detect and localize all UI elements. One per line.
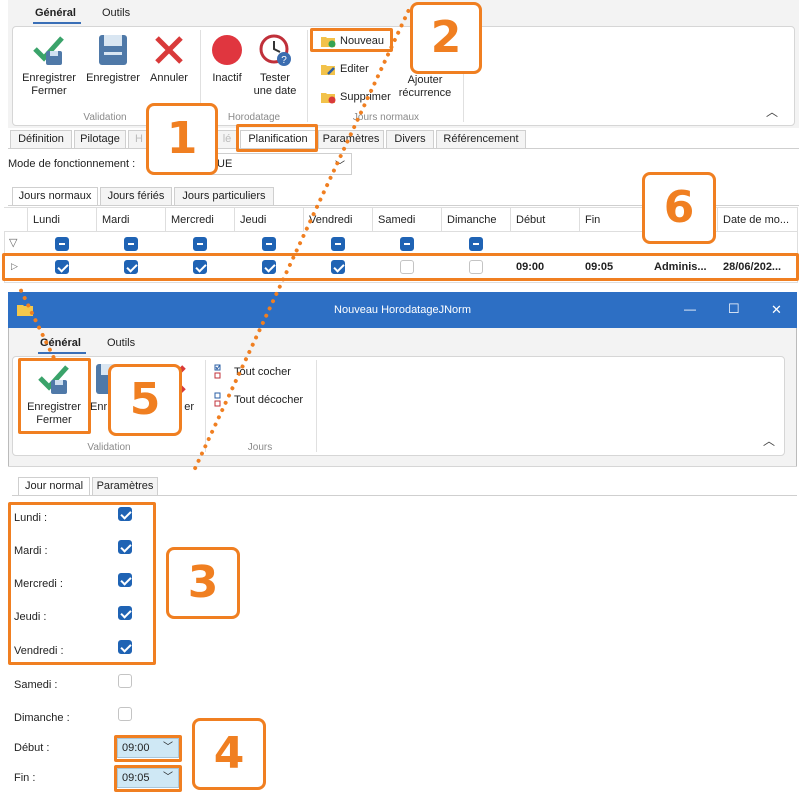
group-label-jours-normaux: Jours normaux [352, 112, 420, 123]
group-label-jours: Jours [247, 442, 273, 453]
filter-checkbox-mercredi[interactable] [193, 237, 207, 251]
tab-jours-feries[interactable]: Jours fériés [100, 187, 172, 205]
col-fin[interactable]: Fin [580, 208, 649, 232]
delete-button[interactable]: Supprimer [320, 90, 391, 104]
highlight-debut [114, 735, 182, 762]
form-tabs-line [12, 495, 797, 496]
maximize-button[interactable]: ☐ [728, 301, 740, 317]
filter-icon[interactable]: ▽ [9, 236, 17, 249]
ribbon-tab-outils[interactable]: Outils [102, 7, 130, 19]
tab-form-parametres[interactable]: Paramètres [92, 477, 158, 495]
mode-label: Mode de fonctionnement : [8, 158, 136, 170]
tab-referencement[interactable]: Référencement [436, 130, 526, 148]
inactive-button[interactable]: Inactif [206, 33, 248, 85]
ribbon-tab-underline [33, 22, 81, 24]
grid-header-indicator [4, 208, 28, 232]
ribbon-tab-general[interactable]: Général [35, 7, 76, 19]
add-recurrence-button[interactable]: Ajouter récurrence [396, 74, 454, 100]
label-dimanche: Dimanche : [14, 712, 70, 724]
check-all-button[interactable]: Tout cocher [214, 364, 291, 380]
close-icon [155, 36, 183, 64]
label-debut: Début : [14, 742, 50, 754]
filter-checkbox-samedi[interactable] [400, 237, 414, 251]
highlight-planification-tab [236, 124, 318, 152]
dialog-tab-outils[interactable]: Outils [107, 337, 135, 349]
floppy-disk-icon [99, 35, 127, 65]
dialog-tab-underline [38, 352, 86, 354]
ribbon-separator [316, 360, 317, 452]
clock-question-icon: ? [259, 34, 291, 66]
label-fin: Fin : [14, 772, 36, 784]
collapse-ribbon-icon[interactable]: ︿ [763, 432, 775, 449]
col-dimanche[interactable]: Dimanche [442, 208, 511, 232]
close-button[interactable]: ✕ [771, 302, 782, 318]
tab-jours-particuliers[interactable]: Jours particuliers [174, 187, 274, 205]
callout-2: 2 [410, 2, 482, 74]
callout-5: 5 [108, 364, 182, 436]
filter-checkbox-dimanche[interactable] [469, 237, 483, 251]
ribbon-separator [307, 30, 308, 122]
dialog-title-bar[interactable]: Nouveau HorodatageJNorm — ☐ ✕ [8, 292, 797, 328]
col-lundi[interactable]: Lundi [28, 208, 97, 232]
callout-3: 3 [166, 547, 240, 619]
tab-jour-normal[interactable]: Jour normal [18, 477, 90, 495]
save-close-button[interactable]: Enregistrer Fermer [18, 33, 80, 98]
filter-checkbox-mardi[interactable] [124, 237, 138, 251]
group-label-validation: Validation [87, 442, 131, 453]
callout-6: 6 [642, 172, 716, 244]
highlight-fin [114, 765, 182, 792]
folder-delete-icon [321, 93, 336, 104]
edit-button[interactable]: Editer [320, 62, 369, 76]
filter-checkbox-vendredi[interactable] [331, 237, 345, 251]
col-samedi[interactable]: Samedi [373, 208, 442, 232]
col-mardi[interactable]: Mardi [97, 208, 166, 232]
col-mercredi[interactable]: Mercredi [166, 208, 235, 232]
highlight-new-button [310, 28, 393, 52]
save-close-icon [33, 36, 64, 65]
checkbox-dimanche[interactable] [118, 707, 132, 721]
highlight-weekdays [8, 502, 156, 665]
col-debut[interactable]: Début [511, 208, 580, 232]
tab-pilotage[interactable]: Pilotage [74, 130, 126, 148]
filter-checkbox-lundi[interactable] [55, 237, 69, 251]
checkbox-samedi[interactable] [118, 674, 132, 688]
collapse-ribbon-icon[interactable]: ︿ [766, 103, 778, 120]
red-circle-icon [212, 35, 242, 65]
dialog-title: Nouveau HorodatageJNorm [334, 304, 471, 316]
tab-definition[interactable]: Définition [10, 130, 72, 148]
label-samedi: Samedi : [14, 679, 58, 691]
col-date-modif[interactable]: Date de mo... [718, 208, 798, 232]
test-date-button[interactable]: ? Tester une date [250, 33, 300, 98]
highlight-save-close [18, 358, 91, 434]
main-tabs-line [8, 148, 799, 149]
highlight-grid-row [2, 253, 799, 281]
tab-hidden[interactable]: lé [216, 130, 238, 148]
minimize-button[interactable]: — [684, 302, 696, 316]
folder-edit-icon [321, 65, 335, 75]
tab-divers[interactable]: Divers [386, 130, 434, 148]
filter-checkbox-jeudi[interactable] [262, 237, 276, 251]
save-button[interactable]: Enregistrer [84, 33, 142, 85]
check-list-icon [214, 364, 221, 379]
callout-4: 4 [192, 718, 266, 790]
svg-text:?: ? [281, 55, 287, 66]
tab-jours-normaux[interactable]: Jours normaux [12, 187, 98, 205]
callout-1: 1 [146, 103, 218, 175]
col-jeudi[interactable]: Jeudi [235, 208, 304, 232]
cancel-button[interactable]: Annuler [146, 33, 192, 85]
